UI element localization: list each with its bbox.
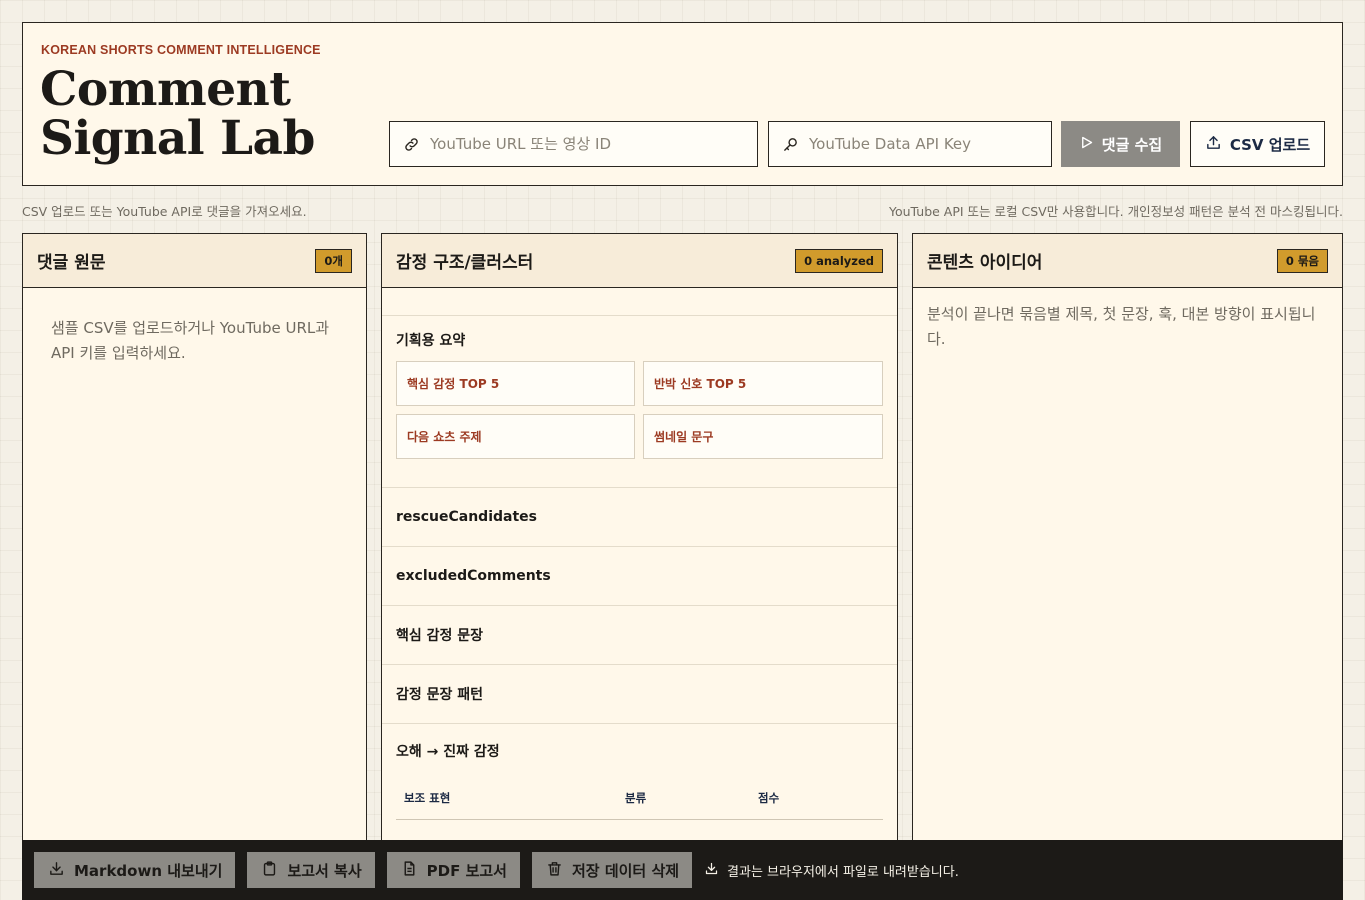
- section-rescue-candidates: rescueCandidates: [382, 488, 897, 547]
- download-note-text: 결과는 브라우저에서 파일로 내려받습니다.: [727, 864, 959, 880]
- analyzed-count-badge: 0 analyzed: [795, 248, 883, 273]
- pdf-report-button[interactable]: PDF 보고서: [386, 852, 520, 888]
- url-input[interactable]: [430, 122, 757, 166]
- api-key-input[interactable]: [809, 122, 1051, 166]
- export-markdown-label: Markdown 내보내기: [74, 861, 223, 880]
- app-title: Comment Signal Lab: [40, 65, 315, 163]
- api-key-field[interactable]: [768, 121, 1052, 167]
- link-icon: [403, 135, 420, 153]
- delete-saved-data-button[interactable]: 저장 데이터 삭제: [532, 852, 693, 888]
- comment-count-badge: 0개: [315, 248, 352, 273]
- delete-saved-data-label: 저장 데이터 삭제: [572, 861, 680, 880]
- export-toolbar: Markdown 내보내기 보고서 복사 PDF 보고서 저장 데이터 삭제 결…: [22, 840, 1343, 900]
- emotion-cluster-header: 감정 구조/클러스터 0 analyzed: [382, 234, 897, 288]
- idea-group-count-badge: 0 묶음: [1276, 248, 1328, 273]
- app-title-line1: Comment: [40, 62, 291, 117]
- raw-comments-title: 댓글 원문: [37, 253, 106, 273]
- upload-icon: [1205, 134, 1222, 155]
- column-header-score: 점수: [758, 790, 780, 805]
- section-core-emotion-sentences: 핵심 감정 문장: [382, 606, 897, 665]
- collect-comments-button[interactable]: 댓글 수집: [1061, 121, 1180, 167]
- clipboard-icon: [261, 860, 278, 881]
- section-misread-vs-real-emotion: 오해 → 진짜 감정: [396, 744, 500, 760]
- raw-comments-header: 댓글 원문 0개: [23, 234, 366, 288]
- key-icon: [782, 135, 799, 153]
- emotion-cluster-title: 감정 구조/클러스터: [396, 253, 534, 273]
- planning-summary: 기획용 요약 핵심 감정 TOP 5 반박 신호 TOP 5 다음 쇼츠 주제 …: [382, 316, 897, 488]
- collect-button-label: 댓글 수집: [1101, 135, 1163, 154]
- summary-card-grid: 핵심 감정 TOP 5 반박 신호 TOP 5 다음 쇼츠 주제 썸네일 문구: [396, 361, 883, 459]
- content-ideas-empty-state: 분석이 끝나면 묶음별 제목, 첫 문장, 훅, 대본 방향이 표시됩니다.: [927, 305, 1316, 348]
- raw-comments-empty-state: 샘플 CSV를 업로드하거나 YouTube URL과 API 키를 입력하세요…: [51, 319, 330, 362]
- section-excluded-comments: excludedComments: [382, 547, 897, 606]
- copy-report-button[interactable]: 보고서 복사: [247, 852, 375, 888]
- play-icon: [1079, 135, 1094, 154]
- planning-summary-title: 기획용 요약: [396, 333, 466, 349]
- content-ideas-header: 콘텐츠 아이디어 0 묶음: [913, 234, 1342, 288]
- export-markdown-button[interactable]: Markdown 내보내기: [34, 852, 236, 888]
- emotion-toolbar-strip: [382, 288, 897, 316]
- summary-card-thumbnail-copy: 썸네일 문구: [643, 414, 883, 459]
- column-header-category: 분류: [625, 790, 647, 805]
- document-icon: [401, 860, 418, 881]
- column-header-expression: 보조 표현: [404, 790, 451, 805]
- download-note-icon: [704, 861, 719, 880]
- emotion-cluster-panel: 감정 구조/클러스터 0 analyzed 기획용 요약 핵심 감정 TOP 5…: [381, 233, 898, 900]
- content-ideas-panel: 콘텐츠 아이디어 0 묶음 분석이 끝나면 묶음별 제목, 첫 문장, 훅, 대…: [912, 233, 1343, 900]
- csv-upload-button[interactable]: CSV 업로드: [1190, 121, 1325, 167]
- download-icon: [48, 860, 65, 881]
- raw-comments-panel: 댓글 원문 0개 샘플 CSV를 업로드하거나 YouTube URL과 API…: [22, 233, 367, 900]
- pdf-report-label: PDF 보고서: [426, 861, 507, 880]
- summary-card-top-emotions: 핵심 감정 TOP 5: [396, 361, 635, 406]
- eyebrow-text: KOREAN SHORTS COMMENT INTELLIGENCE: [41, 43, 321, 57]
- url-field[interactable]: [389, 121, 758, 167]
- trash-icon: [546, 860, 563, 881]
- content-ideas-title: 콘텐츠 아이디어: [927, 253, 1043, 273]
- section-emotion-sentence-patterns: 감정 문장 패턴: [382, 665, 897, 724]
- summary-card-rebuttal-signals: 반박 신호 TOP 5: [643, 361, 883, 406]
- privacy-notice: YouTube API 또는 로컬 CSV만 사용합니다. 개인정보성 패턴은 …: [888, 204, 1343, 219]
- summary-card-next-topic: 다음 쇼츠 주제: [396, 414, 635, 459]
- csv-button-label: CSV 업로드: [1229, 135, 1311, 154]
- download-note: 결과는 브라우저에서 파일로 내려받습니다.: [704, 861, 959, 880]
- copy-report-label: 보고서 복사: [287, 861, 362, 880]
- app-header: KOREAN SHORTS COMMENT INTELLIGENCE Comme…: [22, 22, 1343, 186]
- source-hint: CSV 업로드 또는 YouTube API로 댓글을 가져오세요.: [22, 204, 307, 219]
- expression-table-header: 보조 표현 분류 점수: [396, 776, 883, 820]
- app-title-line2: Signal Lab: [40, 111, 315, 166]
